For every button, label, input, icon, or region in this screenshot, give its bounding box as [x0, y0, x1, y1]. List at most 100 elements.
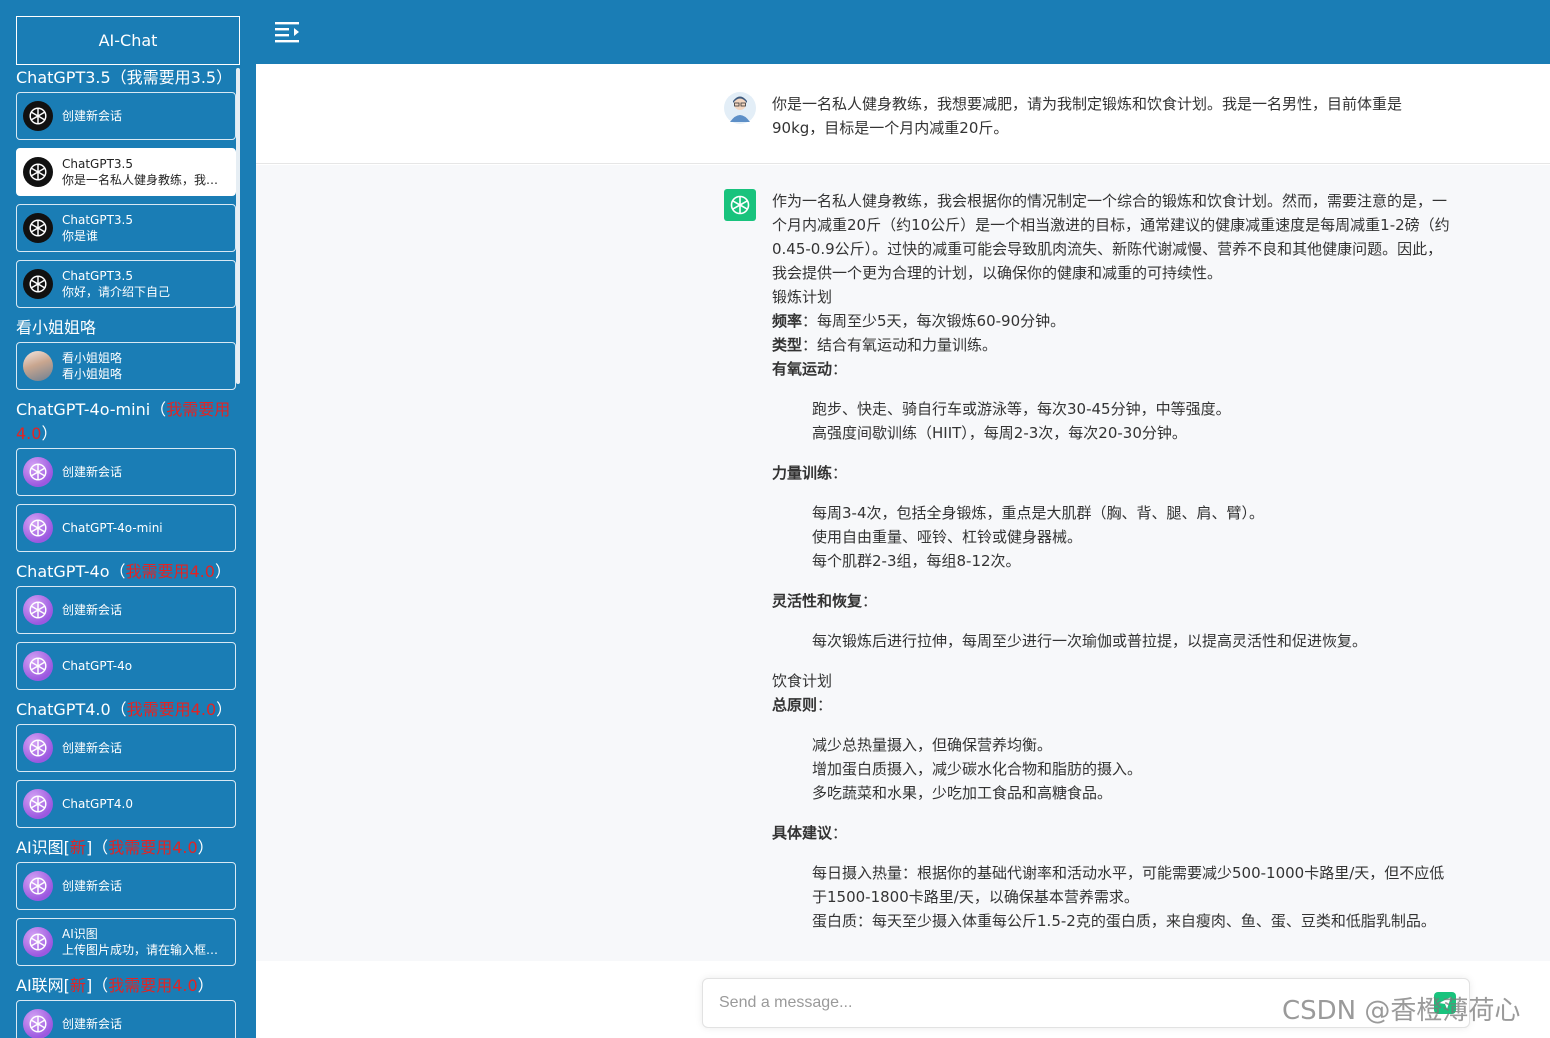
- conversation-item[interactable]: ChatGPT-4o: [16, 642, 236, 690]
- group-title: ChatGPT3.5（我需要用3.5）: [16, 66, 236, 90]
- group-title: ChatGPT-4o-mini（我需要用4.0）: [16, 398, 236, 446]
- new-conversation-button[interactable]: 创建新会话: [16, 1000, 236, 1038]
- flex-label: 灵活性和恢复: [772, 592, 863, 610]
- watermark: CSDN @香橙薄荷心: [1282, 996, 1521, 1026]
- openai-purple-icon: [23, 513, 53, 543]
- conversation-item[interactable]: AI识图上传图片成功，请在输入框输入问题: [16, 918, 236, 966]
- openai-purple-icon: [23, 927, 53, 957]
- list-item: 每个肌群2-3组，每组8-12次。: [812, 552, 1021, 570]
- conversation-text: ChatGPT3.5 你是一名私人健身教练，我想要减肥: [62, 156, 230, 188]
- group-title-text: ChatGPT4.0（: [16, 700, 127, 719]
- conversation-title: 创建新会话: [62, 465, 123, 479]
- frequency-line: 频率：每周至少5天，每次锻炼60-90分钟。: [772, 309, 1452, 333]
- conversation-title: ChatGPT3.5: [62, 157, 133, 171]
- new-conversation-button[interactable]: 创建新会话: [16, 92, 236, 140]
- list-item: 每次锻炼后进行拉伸，每周至少进行一次瑜伽或普拉提，以提高灵活性和促进恢复。: [812, 632, 1368, 650]
- conversation-title: 创建新会话: [62, 879, 123, 893]
- diet-plan-heading: 饮食计划: [772, 672, 833, 690]
- conversation-text: ChatGPT3.5 你好，请介绍下自己: [62, 268, 170, 300]
- user-message-row: 你是一名私人健身教练，我想要减肥，请为我制定锻炼和饮食计划。我是一名男性，目前体…: [256, 64, 1550, 164]
- conversation-title: AI识图: [62, 927, 98, 941]
- group-title-text: ）: [197, 838, 214, 857]
- menu-toggle-icon[interactable]: [274, 20, 302, 46]
- frequency-text: ：每周至少5天，每次锻炼60-90分钟。: [802, 312, 1066, 330]
- user-avatar-icon: [724, 92, 756, 124]
- conversation-title: 创建新会话: [62, 741, 123, 755]
- conversation-title: ChatGPT3.5: [62, 269, 133, 283]
- new-conversation-button[interactable]: 创建新会话: [16, 862, 236, 910]
- conversation-title: ChatGPT4.0: [62, 797, 133, 811]
- conversation-preview: 看小姐姐咯: [62, 367, 123, 381]
- frequency-label: 频率: [772, 312, 803, 330]
- conversation-text: 创建新会话: [62, 602, 122, 618]
- conversation-item[interactable]: 看小姐姐咯 看小姐姐咯: [16, 342, 236, 390]
- conversation-text: ChatGPT-4o: [62, 658, 132, 674]
- type-line: 类型：结合有氧运动和力量训练。: [772, 333, 1452, 357]
- list-item: 跑步、快走、骑自行车或游泳等，每次30-45分钟，中等强度。: [812, 400, 1231, 418]
- group-title-highlight: 我需要用4.0: [125, 562, 215, 581]
- conversation-title: 创建新会话: [62, 603, 123, 617]
- type-text: ：结合有氧运动和力量训练。: [802, 336, 998, 354]
- group-title-text: ]（: [85, 976, 109, 995]
- list-item: 蛋白质：每天至少摄入体重每公斤1.5-2克的蛋白质，来自瘦肉、鱼、蛋、豆类和低脂…: [812, 912, 1436, 930]
- advice-list: 每日摄入热量：根据你的基础代谢率和活动水平，可能需要减少500-1000卡路里/…: [772, 861, 1452, 933]
- conversation-preview: 你是谁: [62, 229, 99, 243]
- app-title[interactable]: AI-Chat: [16, 16, 240, 65]
- openai-icon: [23, 157, 53, 187]
- group-title-highlight: 我需要用4.0: [126, 700, 217, 719]
- group-title-highlight: 新: [69, 838, 86, 857]
- openai-icon: [23, 269, 53, 299]
- conversation-text: ChatGPT4.0: [62, 796, 133, 812]
- conversation-title: 创建新会话: [62, 109, 123, 123]
- sidebar-scrollbar[interactable]: [236, 68, 240, 384]
- conversation-text: 创建新会话: [62, 878, 122, 894]
- new-conversation-button[interactable]: 创建新会话: [16, 448, 236, 496]
- new-conversation-button[interactable]: 创建新会话: [16, 724, 236, 772]
- conversation-item[interactable]: ChatGPT3.5 你好，请介绍下自己: [16, 260, 236, 308]
- conversation-item[interactable]: ChatGPT3.5 你是一名私人健身教练，我想要减肥: [16, 148, 236, 196]
- group-title-text: ChatGPT-4o（: [16, 562, 126, 581]
- new-conversation-button[interactable]: 创建新会话: [16, 586, 236, 634]
- girl-photo-icon: [23, 351, 53, 381]
- conversation-text: ChatGPT-4o-mini: [62, 520, 163, 536]
- group-title-text: AI联网[: [16, 976, 70, 995]
- conversation-text: 创建新会话: [62, 464, 122, 480]
- openai-purple-icon: [23, 457, 53, 487]
- conversation-item[interactable]: ChatGPT-4o-mini: [16, 504, 236, 552]
- conversation-preview: 上传图片成功，请在输入框输入问题: [62, 943, 230, 957]
- assistant-message-row: 作为一名私人健身教练，我会根据你的情况制定一个综合的锻炼和饮食计划。然而，需要注…: [256, 165, 1550, 961]
- list-item: 使用自由重量、哑铃、杠铃或健身器械。: [812, 528, 1083, 546]
- list-item: 多吃蔬菜和水果，少吃加工食品和高糖食品。: [812, 784, 1113, 802]
- user-message-text: 你是一名私人健身教练，我想要减肥，请为我制定锻炼和饮食计划。我是一名男性，目前体…: [772, 95, 1403, 137]
- aerobic-list: 跑步、快走、骑自行车或游泳等，每次30-45分钟，中等强度。 高强度间歇训练（HI…: [772, 397, 1452, 445]
- conversation-title: ChatGPT-4o: [62, 659, 133, 673]
- colon: ：: [832, 360, 848, 378]
- conversation-item[interactable]: ChatGPT3.5 你是谁: [16, 204, 236, 252]
- colon: ：: [862, 592, 878, 610]
- colon: ：: [832, 464, 848, 482]
- conversation-title: ChatGPT3.5: [62, 213, 133, 227]
- group-title-highlight: 我需要用4.0: [108, 838, 198, 857]
- strength-heading: 力量训练：: [772, 461, 1452, 485]
- openai-logo-icon: [724, 189, 756, 221]
- sidebar: AI-Chat ChatGPT3.5（我需要用3.5） 创建新会话 ChatGPT3…: [0, 0, 256, 1038]
- principle-list: 减少总热量摄入，但确保营养均衡。 增加蛋白质摄入，减少碳水化合物和脂肪的摄入。 多吃…: [772, 733, 1452, 805]
- openai-purple-icon: [23, 595, 53, 625]
- conversation-list: ChatGPT3.5（我需要用3.5） 创建新会话 ChatGPT3.5 你是一名私人…: [16, 66, 236, 1038]
- openai-icon: [23, 101, 53, 131]
- flex-list: 每次锻炼后进行拉伸，每周至少进行一次瑜伽或普拉提，以提高灵活性和促进恢复。: [772, 629, 1452, 653]
- conversation-title: 看小姐姐咯: [62, 351, 123, 365]
- group-title-text: AI识图[: [16, 838, 70, 857]
- group-title-text: ）: [41, 424, 58, 443]
- openai-icon: [23, 213, 53, 243]
- exercise-plan-heading: 锻炼计划: [772, 288, 833, 306]
- conversation-title: 创建新会话: [62, 1017, 123, 1031]
- group-title-text: ）: [214, 562, 231, 581]
- group-title-text: ChatGPT-4o-mini（: [16, 400, 167, 419]
- group-title: AI联网[新]（我需要用4.0）: [16, 974, 236, 998]
- conversation-item[interactable]: ChatGPT4.0: [16, 780, 236, 828]
- conversation-text: 创建新会话: [62, 108, 122, 124]
- group-title-text: ]（: [85, 838, 109, 857]
- principle-label: 总原则: [772, 696, 818, 714]
- conversation-preview: 你好，请介绍下自己: [62, 285, 171, 299]
